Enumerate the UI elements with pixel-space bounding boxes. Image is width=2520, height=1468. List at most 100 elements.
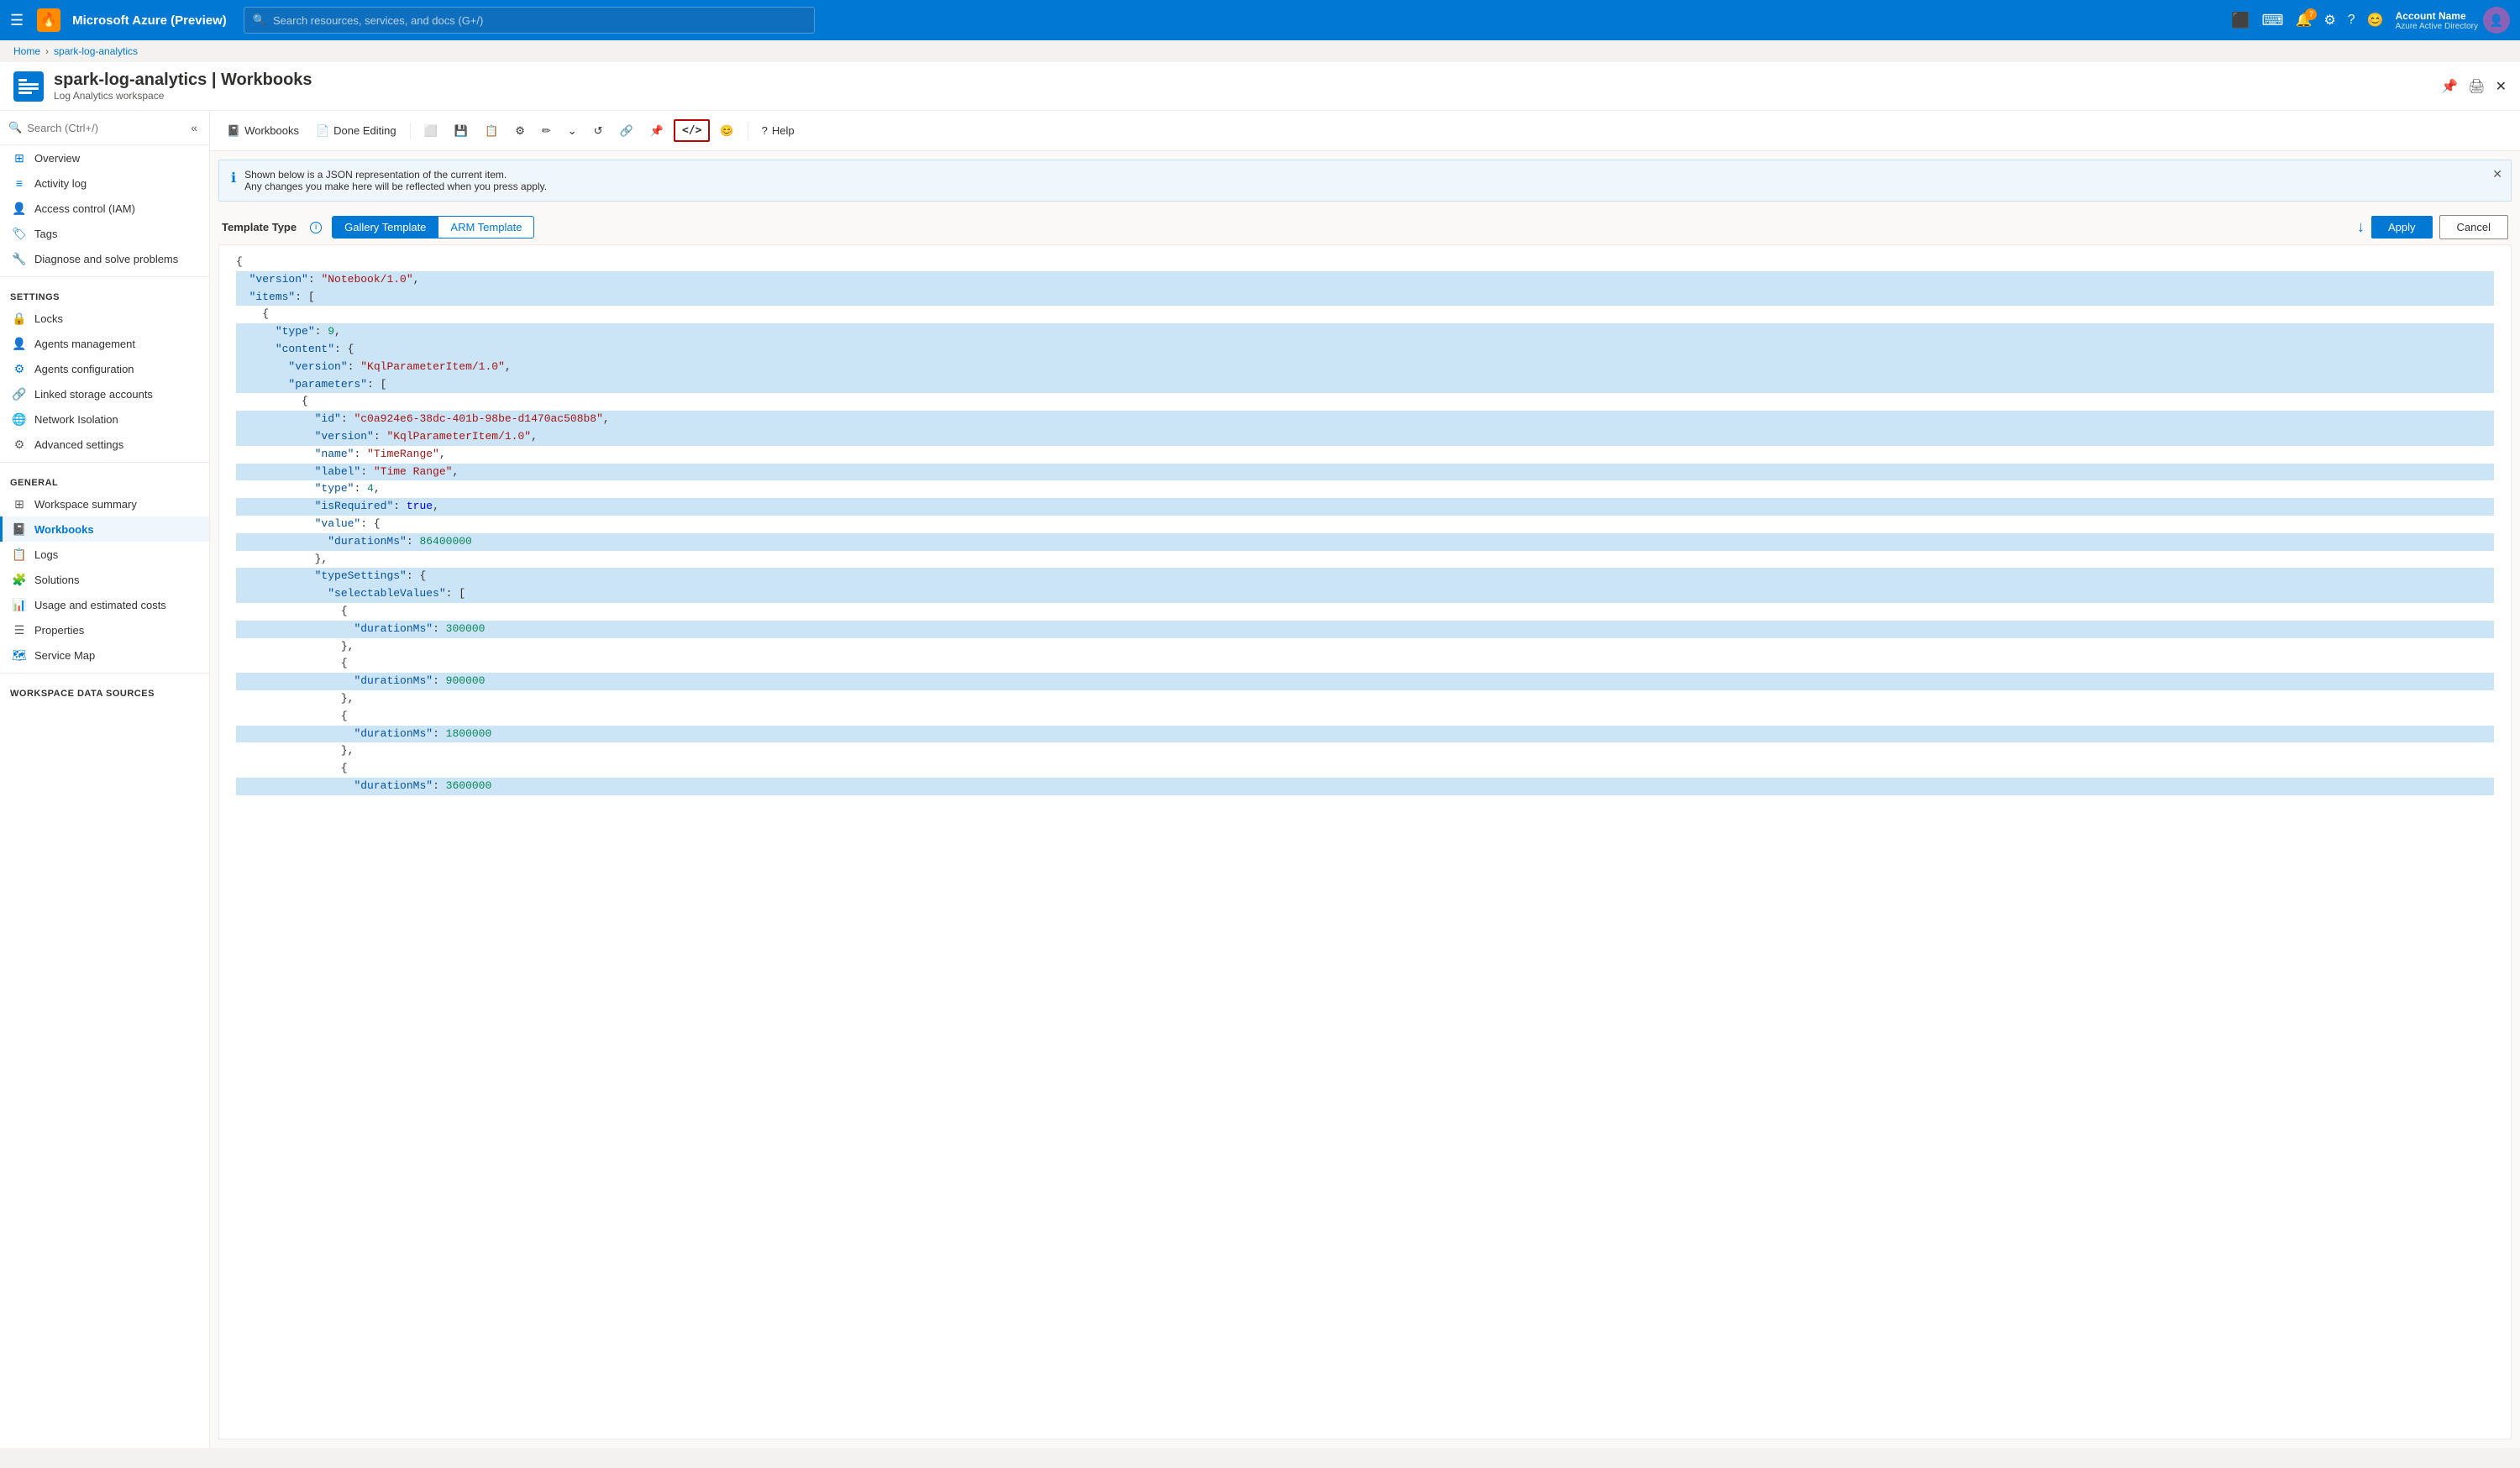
sidebar-item-diagnose[interactable]: 🔧 Diagnose and solve problems bbox=[0, 246, 209, 271]
close-resource-icon[interactable]: ✕ bbox=[2496, 78, 2507, 95]
sidebar-item-access-control[interactable]: 👤 Access control (IAM) bbox=[0, 196, 209, 221]
portal-icon[interactable]: ⬛ bbox=[2231, 12, 2250, 29]
json-line-13: "type": 4, bbox=[236, 480, 2494, 498]
account-info[interactable]: Account Name Azure Active Directory 👤 bbox=[2396, 7, 2510, 34]
json-line-9: "id": "c0a924e6-38dc-401b-98be-d1470ac50… bbox=[236, 411, 2494, 428]
service-map-icon: 🗺 bbox=[13, 648, 26, 662]
account-name: Account Name bbox=[2396, 10, 2478, 22]
json-line-29: { bbox=[236, 760, 2494, 778]
question-icon: ? bbox=[762, 124, 768, 137]
sidebar-item-locks[interactable]: 🔒 Locks bbox=[0, 306, 209, 331]
edit-btn[interactable]: ✏ bbox=[535, 119, 558, 143]
toolbar: 📓 Workbooks 📄 Done Editing ⬜ 💾 📋 ⚙ bbox=[210, 111, 2520, 151]
arm-template-tab[interactable]: ARM Template bbox=[438, 216, 534, 239]
sidebar-label-linked-storage: Linked storage accounts bbox=[34, 388, 153, 401]
sidebar-item-activity-log[interactable]: ≡ Activity log bbox=[0, 170, 209, 196]
sidebar-item-overview[interactable]: ⊞ Overview bbox=[0, 145, 209, 170]
workbooks-toolbar-btn[interactable]: 📓 Workbooks bbox=[220, 119, 306, 143]
pin-toolbar-btn[interactable]: 📌 bbox=[643, 119, 670, 143]
json-line-0: { bbox=[236, 254, 2494, 271]
notifications-icon[interactable]: 🔔 7 bbox=[2296, 12, 2313, 29]
json-line-17: }, bbox=[236, 551, 2494, 569]
sidebar-item-properties[interactable]: ☰ Properties bbox=[0, 617, 209, 642]
new-item-btn[interactable]: ⬜ bbox=[417, 119, 444, 143]
pin-icon[interactable]: 📌 bbox=[2441, 78, 2458, 95]
sidebar-item-service-map[interactable]: 🗺 Service Map bbox=[0, 642, 209, 668]
sidebar-item-network-isolation[interactable]: 🌐 Network Isolation bbox=[0, 406, 209, 432]
sidebar-item-workbooks[interactable]: 📓 Workbooks bbox=[0, 516, 209, 542]
brand-icon: 🔥 bbox=[37, 8, 60, 32]
content-area: 📓 Workbooks 📄 Done Editing ⬜ 💾 📋 ⚙ bbox=[210, 111, 2520, 1448]
resource-header: spark-log-analytics | Workbooks Log Anal… bbox=[0, 62, 2520, 111]
new-item-icon: ⬜ bbox=[424, 124, 438, 138]
feedback-icon[interactable]: 😊 bbox=[2367, 12, 2384, 29]
sidebar-item-tags[interactable]: 🏷 Tags bbox=[0, 221, 209, 246]
sidebar-label-workspace-summary: Workspace summary bbox=[34, 498, 137, 511]
json-line-10: "version": "KqlParameterItem/1.0", bbox=[236, 428, 2494, 446]
chevron-down-btn[interactable]: ⌄ bbox=[561, 119, 584, 143]
sidebar-item-solutions[interactable]: 🧩 Solutions bbox=[0, 567, 209, 592]
json-panel: ℹ Shown below is a JSON representation o… bbox=[210, 151, 2520, 1448]
sidebar-item-logs[interactable]: 📋 Logs bbox=[0, 542, 209, 567]
workbooks-toolbar-label: Workbooks bbox=[244, 124, 299, 137]
sidebar-item-usage-costs[interactable]: 📊 Usage and estimated costs bbox=[0, 592, 209, 617]
sidebar-search-input[interactable] bbox=[27, 122, 182, 134]
template-type-row: Template Type i Gallery Template ARM Tem… bbox=[210, 210, 2520, 244]
json-line-1: "version": "Notebook/1.0", bbox=[236, 271, 2494, 289]
settings-toolbar-btn[interactable]: ⚙ bbox=[508, 119, 532, 143]
top-navbar: ☰ 🔥 Microsoft Azure (Preview) 🔍 Search r… bbox=[0, 0, 2520, 40]
overview-icon: ⊞ bbox=[13, 151, 26, 165]
info-line1: Shown below is a JSON representation of … bbox=[244, 169, 547, 181]
access-control-icon: 👤 bbox=[13, 202, 26, 215]
sidebar-label-activity-log: Activity log bbox=[34, 177, 87, 190]
sidebar-label-overview: Overview bbox=[34, 152, 80, 165]
cloud-shell-icon[interactable]: ⌨ bbox=[2262, 12, 2284, 29]
apply-btn[interactable]: Apply bbox=[2371, 216, 2433, 239]
sidebar-divider-2 bbox=[0, 462, 209, 463]
resource-icon bbox=[13, 71, 44, 102]
sidebar-item-linked-storage[interactable]: 🔗 Linked storage accounts bbox=[0, 381, 209, 406]
share-icon: 🔗 bbox=[620, 124, 633, 138]
diagnose-icon: 🔧 bbox=[13, 252, 26, 265]
global-search[interactable]: 🔍 Search resources, services, and docs (… bbox=[244, 7, 815, 34]
download-btn[interactable]: ↓ bbox=[2357, 218, 2365, 236]
network-isolation-icon: 🌐 bbox=[13, 412, 26, 426]
save-as-btn[interactable]: 📋 bbox=[478, 119, 505, 143]
sidebar-label-usage-costs: Usage and estimated costs bbox=[34, 599, 166, 611]
search-placeholder: Search resources, services, and docs (G+… bbox=[273, 14, 483, 27]
gallery-template-tab[interactable]: Gallery Template bbox=[332, 216, 438, 239]
sidebar-label-agents-management: Agents management bbox=[34, 338, 135, 350]
sidebar-item-workspace-summary[interactable]: ⊞ Workspace summary bbox=[0, 491, 209, 516]
advanced-settings-icon: ⚙ bbox=[13, 438, 26, 451]
code-editor-btn[interactable]: </> bbox=[674, 119, 710, 142]
sidebar-label-tags: Tags bbox=[34, 228, 57, 240]
solutions-icon: 🧩 bbox=[13, 573, 26, 586]
cancel-btn[interactable]: Cancel bbox=[2439, 215, 2508, 239]
json-editor[interactable]: { "version": "Notebook/1.0", "items": [ … bbox=[218, 244, 2512, 1439]
avatar: 👤 bbox=[2483, 7, 2510, 34]
json-line-4: "type": 9, bbox=[236, 323, 2494, 341]
share-btn[interactable]: 🔗 bbox=[613, 119, 640, 143]
template-type-info-icon[interactable]: i bbox=[310, 222, 322, 233]
print-icon[interactable]: 🖨 bbox=[2468, 78, 2485, 95]
sidebar-label-workbooks: Workbooks bbox=[34, 523, 94, 536]
save-btn[interactable]: 💾 bbox=[448, 119, 475, 143]
breadcrumb-home[interactable]: Home bbox=[13, 45, 40, 57]
edit-icon: ✏ bbox=[542, 124, 551, 138]
settings-icon[interactable]: ⚙ bbox=[2323, 12, 2335, 29]
info-line2: Any changes you make here will be reflec… bbox=[244, 181, 547, 192]
done-editing-btn[interactable]: 📄 Done Editing bbox=[309, 119, 403, 143]
hamburger-menu[interactable]: ☰ bbox=[10, 12, 24, 29]
help-icon[interactable]: ? bbox=[2348, 13, 2355, 28]
help-btn[interactable]: ? Help bbox=[755, 119, 801, 142]
json-line-24: "durationMs": 900000 bbox=[236, 673, 2494, 690]
sidebar-collapse-icon[interactable]: « bbox=[187, 118, 201, 138]
info-banner-close[interactable]: ✕ bbox=[2492, 167, 2502, 181]
sidebar-item-agents-configuration[interactable]: ⚙ Agents configuration bbox=[0, 356, 209, 381]
sidebar-label-access-control: Access control (IAM) bbox=[34, 202, 135, 215]
emoji-btn[interactable]: 😊 bbox=[713, 119, 740, 143]
breadcrumb-resource[interactable]: spark-log-analytics bbox=[54, 45, 138, 57]
sidebar-item-advanced-settings[interactable]: ⚙ Advanced settings bbox=[0, 432, 209, 457]
refresh-btn[interactable]: ↺ bbox=[587, 119, 610, 143]
sidebar-item-agents-management[interactable]: 👤 Agents management bbox=[0, 331, 209, 356]
